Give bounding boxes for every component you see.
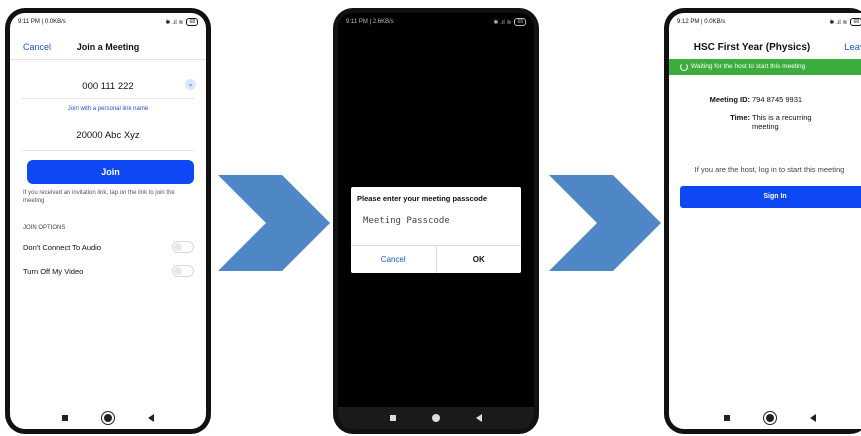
passcode-dialog: Please enter your meeting passcode Cance… <box>351 187 521 273</box>
passcode-screen: 9:11 PM | 2.6KB/s ✱ .ıl ≋ 68 Please ente… <box>338 13 534 429</box>
battery-icon: 68 <box>514 18 526 26</box>
recents-icon[interactable] <box>390 415 396 421</box>
status-time: 9:11 PM | 2.6KB/s <box>346 19 394 25</box>
time-label: Time: <box>730 113 750 122</box>
ok-button[interactable]: OK <box>437 246 522 273</box>
meeting-id-value: 794 8745 9931 <box>752 95 803 104</box>
status-bar: 9:11 PM | 2.6KB/s ✱ .ıl ≋ 68 <box>338 13 534 31</box>
waiting-screen: 9:12 PM | 0.0KB/s ✱ .ıl ≋ 68 HSC First Y… <box>669 13 861 429</box>
meeting-id-field[interactable]: 000 111 222 <box>10 81 206 92</box>
dialog-buttons: Cancel OK <box>351 245 521 273</box>
host-message: If you are the host, log in to start thi… <box>694 165 845 174</box>
back-icon[interactable] <box>476 414 482 422</box>
status-bar: 9:11 PM | 0.0KB/s ✱ .ıl ≋ 68 <box>10 13 206 31</box>
status-time: 9:12 PM | 0.0KB/s <box>677 19 726 25</box>
time-value: This is a recurring meeting <box>752 113 812 131</box>
android-nav-bar <box>669 407 861 429</box>
option-dont-connect-audio: Don't Connect To Audio <box>23 240 194 254</box>
spinner-icon <box>680 63 688 71</box>
back-icon[interactable] <box>809 414 816 422</box>
join-header: Cancel Join a Meeting <box>10 39 206 57</box>
audio-toggle[interactable] <box>172 241 194 253</box>
page-title: Join a Meeting <box>76 42 140 52</box>
dialog-title: Please enter your meeting passcode <box>357 194 488 203</box>
option-label: Don't Connect To Audio <box>23 242 102 252</box>
chevron-right-arrow-icon <box>549 175 661 271</box>
waiting-banner: Waiting for the host to start this meeti… <box>669 59 861 75</box>
phone-join-meeting: 9:11 PM | 0.0KB/s ✱ .ıl ≋ 68 Cancel Join… <box>5 8 211 434</box>
battery-icon: 68 <box>186 18 198 26</box>
chevron-right-arrow-icon <box>218 175 330 271</box>
android-nav-bar <box>10 407 206 429</box>
signal-wifi-icons: ✱ .ıl ≋ <box>829 19 848 26</box>
join-options-header: JOIN OPTIONS <box>23 225 66 231</box>
leave-button[interactable]: Leave <box>844 42 861 53</box>
meeting-title: HSC First Year (Physics) <box>693 42 811 53</box>
back-icon[interactable] <box>148 414 154 422</box>
passcode-input[interactable] <box>357 209 515 233</box>
meeting-id-label: Meeting ID: <box>709 95 750 104</box>
option-label: Turn Off My Video <box>23 266 84 276</box>
divider <box>10 59 206 60</box>
recents-icon[interactable] <box>723 415 730 421</box>
option-turn-off-video: Turn Off My Video <box>23 264 194 278</box>
phone-waiting-room: 9:12 PM | 0.0KB/s ✱ .ıl ≋ 68 HSC First Y… <box>664 8 861 434</box>
chevron-down-icon[interactable]: ⌄ <box>185 79 196 90</box>
join-meeting-screen: 9:11 PM | 0.0KB/s ✱ .ıl ≋ 68 Cancel Join… <box>10 13 206 429</box>
home-icon[interactable] <box>765 414 774 422</box>
recents-icon[interactable] <box>62 415 68 421</box>
display-name-field[interactable]: 20000 Abc Xyz <box>10 130 206 141</box>
join-button[interactable]: Join <box>27 160 194 184</box>
android-nav-bar <box>338 407 534 429</box>
personal-link-name-link[interactable]: Join with a personal link name <box>10 106 206 112</box>
divider <box>22 150 194 151</box>
cancel-button[interactable]: Cancel <box>351 246 437 273</box>
home-icon[interactable] <box>104 414 112 422</box>
status-time: 9:11 PM | 0.0KB/s <box>18 19 66 25</box>
home-icon[interactable] <box>432 414 440 422</box>
battery-icon: 68 <box>850 18 861 26</box>
invitation-hint: If you received an invitation link, tap … <box>23 190 175 204</box>
divider <box>22 98 194 99</box>
meeting-header: HSC First Year (Physics) Leave <box>669 38 861 58</box>
video-toggle[interactable] <box>172 265 194 277</box>
waiting-text: Waiting for the host to start this meeti… <box>691 63 806 70</box>
phone-passcode: 9:11 PM | 2.6KB/s ✱ .ıl ≋ 68 Please ente… <box>333 8 539 434</box>
sign-in-button[interactable]: Sign In <box>680 186 861 208</box>
status-bar: 9:12 PM | 0.0KB/s ✱ .ıl ≋ 68 <box>669 13 861 31</box>
signal-wifi-icons: ✱ .ıl ≋ <box>493 19 512 26</box>
signal-wifi-icons: ✱ .ıl ≋ <box>165 19 184 26</box>
